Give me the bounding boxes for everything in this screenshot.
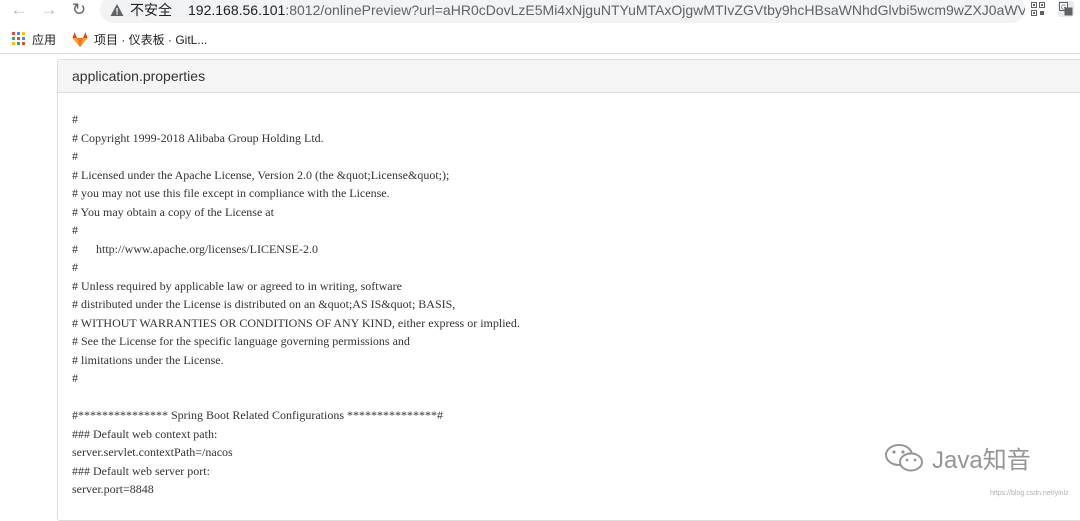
security-status-label[interactable]: 不安全 (130, 0, 172, 20)
qr-code-extension-button[interactable] (1030, 1, 1046, 17)
bookmark-label: 项目 · 仪表板 · GitL... (94, 32, 208, 47)
url-path: :8012/onlinePreview?url=aHR0cDovLzE5Mi4x… (285, 1, 1025, 18)
watermark-text: Java知音 (932, 447, 1031, 474)
watermark: Java知音 (884, 440, 1031, 475)
code-line: # http://www.apache.org/licenses/LICENSE… (72, 241, 318, 256)
reload-icon: ↻ (71, 0, 87, 19)
forward-button[interactable]: → (38, 0, 60, 20)
file-title: application.properties (72, 68, 206, 84)
translate-extension-button[interactable]: G (1058, 1, 1074, 17)
code-line: # Copyright 1999-2018 Alibaba Group Hold… (72, 130, 324, 145)
reload-button[interactable]: ↻ (68, 0, 90, 20)
code-line: # you may not use this file except in co… (72, 186, 390, 200)
code-line: # You may obtain a copy of the License a… (72, 204, 274, 219)
code-line: #*************** Spring Boot Related Con… (72, 408, 443, 422)
wechat-icon (885, 443, 923, 471)
arrow-left-icon: ← (10, 0, 28, 19)
bookmark-gitlab[interactable]: 项目 · 仪表板 · GitL... (72, 30, 207, 48)
code-line: # distributed under the License is distr… (72, 297, 456, 311)
translate-icon: G (1059, 2, 1073, 16)
code-line: # (72, 149, 78, 163)
back-button[interactable]: ← (8, 0, 30, 20)
warning-triangle-icon (110, 3, 124, 17)
bookmarks-bar: 应用 项目 · 仪表板 · GitL... (0, 25, 1080, 54)
code-line: # (72, 112, 78, 126)
code-line: # Licensed under the Apache License, Ver… (72, 167, 450, 182)
watermark-source: https://blog.csdn.net/yinlz (990, 490, 1069, 497)
code-line: server.port=8848 (72, 482, 154, 496)
code-line: # WITHOUT WARRANTIES OR CONDITIONS OF AN… (72, 315, 520, 330)
address-bar[interactable]: 不安全 192.168.56.101:8012/onlinePreview?ur… (100, 0, 1025, 23)
code-line: # See the License for the specific langu… (72, 334, 410, 348)
code-line: # (72, 371, 78, 385)
arrow-right-icon: → (40, 0, 58, 19)
code-line: # (72, 260, 78, 274)
browser-toolbar: ← → ↻ 不安全 192.168.56.101:8012/onlinePrev… (0, 0, 1080, 23)
qr-code-icon (1031, 2, 1045, 16)
gitlab-icon (72, 31, 88, 47)
code-line: # Unless required by applicable law or a… (72, 278, 402, 293)
code-line: # (72, 223, 78, 237)
panel-heading: application.properties (58, 60, 1080, 93)
apps-grid-icon (12, 32, 26, 46)
bookmark-label: 应用 (32, 32, 57, 47)
page-content: application.properties # # Copyright 1999… (0, 54, 1080, 521)
code-line: # limitations under the License. (72, 352, 224, 367)
url-host: 192.168.56.101 (188, 1, 286, 18)
panel-body: # # Copyright 1999-2018 Alibaba Group Hol… (58, 93, 1080, 499)
bookmark-apps[interactable]: 应用 (12, 30, 56, 48)
